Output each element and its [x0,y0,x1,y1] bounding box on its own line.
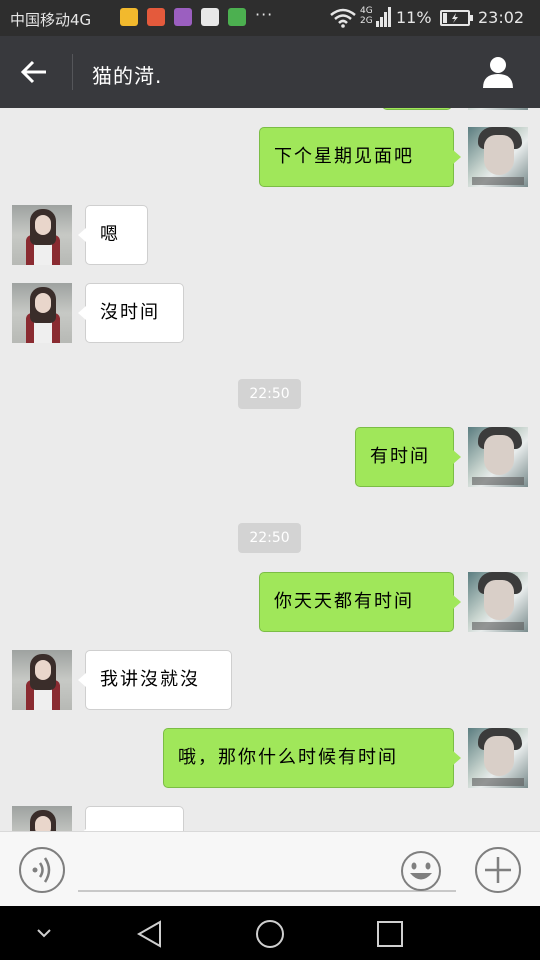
message-bubble-received[interactable]: 嗯 [78,205,148,265]
contact-profile-icon[interactable] [480,54,516,90]
my-avatar[interactable] [468,427,528,487]
message-bubble-sent[interactable]: 哦，那你什么时候有时间 [163,728,461,788]
clock: 23:02 [478,8,525,27]
status-bar: 中国移动4G ··· 4G 2G 11% 23:02 [0,0,540,36]
message-bubble-received[interactable] [78,806,184,831]
more-notifications-icon: ··· [255,5,274,24]
message-list[interactable]: 下个星期见面吧 嗯 沒时间 22:50 有时间 22:50 你天天都有时间 我讲… [0,108,540,831]
back-arrow-icon[interactable] [18,56,50,88]
battery-percent: 11% [396,8,432,27]
emoji-icon[interactable] [400,850,442,892]
contact-avatar[interactable] [12,806,72,831]
my-avatar[interactable] [468,127,528,187]
input-bar [0,831,540,906]
contact-avatar[interactable] [12,650,72,710]
voice-input-icon[interactable] [18,846,66,894]
qq-notification-icon [201,8,219,26]
timestamp: 22:50 [238,523,301,553]
contact-avatar[interactable] [12,205,72,265]
chat-header: 猫的渮. [0,36,540,108]
nav-home-icon[interactable] [255,919,285,949]
contact-avatar[interactable] [12,283,72,343]
app-notification-icon [147,8,165,26]
my-avatar[interactable] [468,572,528,632]
hide-keyboard-icon[interactable] [36,927,52,939]
my-avatar[interactable] [468,108,528,110]
app-notification-icon [120,8,138,26]
signal-icon [376,7,391,27]
app-notification-icon [174,8,192,26]
my-avatar[interactable] [468,728,528,788]
network-type: 4G 2G [360,6,373,26]
nav-back-icon[interactable] [136,920,164,948]
timestamp: 22:50 [238,379,301,409]
message-bubble-partial[interactable] [382,108,452,110]
carrier-label: 中国移动4G [10,11,92,29]
chat-title: 猫的渮. [92,64,163,88]
more-actions-icon[interactable] [474,846,522,894]
app-notification-icon [228,8,246,26]
system-nav-bar [0,906,540,960]
nav-recent-apps-icon[interactable] [376,920,404,948]
battery-charging-icon [440,10,473,26]
message-bubble-sent[interactable]: 你天天都有时间 [259,572,461,632]
message-bubble-sent[interactable]: 有时间 [355,427,461,487]
message-bubble-received[interactable]: 沒时间 [78,283,184,343]
header-divider [72,54,73,90]
message-bubble-received[interactable]: 我讲沒就沒 [78,650,232,710]
message-bubble-sent[interactable]: 下个星期见面吧 [259,127,461,187]
wifi-icon [330,8,356,28]
